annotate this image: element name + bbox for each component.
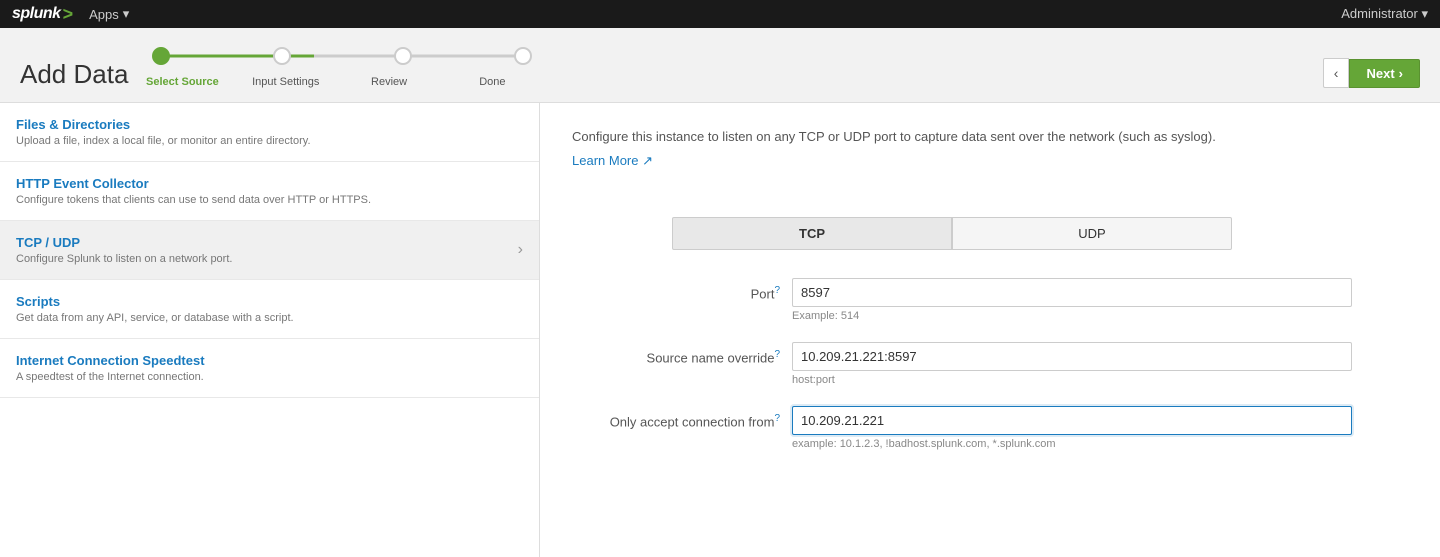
form-group-connection: Only accept connection from? example: 10… xyxy=(572,406,1408,450)
apps-label: Apps xyxy=(89,7,119,22)
sidebar-item-tcp-content: TCP / UDP Configure Splunk to listen on … xyxy=(16,235,232,265)
learn-more-link[interactable]: Learn More ↗ xyxy=(572,153,653,169)
wizard-nodes xyxy=(152,38,532,74)
wizard-label-source: Select Source xyxy=(142,76,222,88)
port-help-icon[interactable]: ? xyxy=(774,285,780,296)
source-name-label: Source name override? xyxy=(572,342,792,365)
connection-label-text: Only accept connection from xyxy=(610,414,775,429)
sidebar-item-speedtest-desc: A speedtest of the Internet connection. xyxy=(16,371,205,383)
wizard-labels: Select Source Input Settings Review Done xyxy=(152,76,532,88)
admin-chevron-icon: ▾ xyxy=(1421,6,1428,21)
sidebar-item-scripts[interactable]: Scripts Get data from any API, service, … xyxy=(0,280,539,339)
sidebar-item-speedtest-content: Internet Connection Speedtest A speedtes… xyxy=(16,353,205,383)
next-button[interactable]: Next › xyxy=(1349,59,1420,88)
sidebar-item-speedtest-title: Internet Connection Speedtest xyxy=(16,353,205,368)
sidebar-item-http[interactable]: HTTP Event Collector Configure tokens th… xyxy=(0,162,539,221)
sidebar-item-http-content: HTTP Event Collector Configure tokens th… xyxy=(16,176,371,206)
protocol-tab-group: TCP UDP xyxy=(672,217,1232,250)
wizard-steps: Select Source Input Settings Review Done xyxy=(152,38,1298,102)
admin-menu[interactable]: Administrator ▾ xyxy=(1341,6,1428,22)
connection-field-wrap: example: 10.1.2.3, !badhost.splunk.com, … xyxy=(792,406,1352,450)
wizard-node-4 xyxy=(514,47,532,65)
sidebar: Files & Directories Upload a file, index… xyxy=(0,103,540,557)
top-navigation: splunk> Apps ▾ Administrator ▾ xyxy=(0,0,1440,28)
back-button[interactable]: ‹ xyxy=(1323,58,1350,88)
sidebar-item-files-desc: Upload a file, index a local file, or mo… xyxy=(16,135,311,147)
connection-label: Only accept connection from? xyxy=(572,406,792,429)
sidebar-item-files[interactable]: Files & Directories Upload a file, index… xyxy=(0,103,539,162)
wizard-node-3 xyxy=(394,47,412,65)
splunk-gt-icon: > xyxy=(63,4,74,25)
wizard-label-input: Input Settings xyxy=(246,76,326,88)
tab-udp[interactable]: UDP xyxy=(952,217,1232,250)
sidebar-item-tcp-desc: Configure Splunk to listen on a network … xyxy=(16,253,232,265)
sidebar-item-files-content: Files & Directories Upload a file, index… xyxy=(16,117,311,147)
form-group-source-name: Source name override? host:port xyxy=(572,342,1408,386)
sidebar-item-files-title: Files & Directories xyxy=(16,117,311,132)
port-field-wrap: Example: 514 xyxy=(792,278,1352,322)
learn-more-icon: ↗ xyxy=(642,153,653,168)
page-header: Add Data Select Source Input Settings Re… xyxy=(0,28,1440,103)
connection-input[interactable] xyxy=(792,406,1352,435)
page-title: Add Data xyxy=(20,59,128,102)
port-input[interactable] xyxy=(792,278,1352,307)
splunk-name: splunk xyxy=(12,5,61,23)
tab-tcp[interactable]: TCP xyxy=(672,217,952,250)
panel-description: Configure this instance to listen on any… xyxy=(572,127,1392,147)
admin-label: Administrator xyxy=(1341,6,1418,21)
sidebar-item-scripts-desc: Get data from any API, service, or datab… xyxy=(16,312,294,324)
next-arrow-icon: › xyxy=(1399,66,1403,81)
source-name-hint: host:port xyxy=(792,374,1352,386)
connection-hint: example: 10.1.2.3, !badhost.splunk.com, … xyxy=(792,438,1352,450)
sidebar-item-scripts-content: Scripts Get data from any API, service, … xyxy=(16,294,294,324)
source-name-help-icon[interactable]: ? xyxy=(774,349,780,360)
wizard-track xyxy=(152,38,532,74)
form-group-port: Port? Example: 514 xyxy=(572,278,1408,322)
source-name-label-text: Source name override xyxy=(647,350,775,365)
sidebar-item-scripts-title: Scripts xyxy=(16,294,294,309)
nav-buttons: ‹ Next › xyxy=(1323,58,1420,102)
sidebar-item-tcp-title: TCP / UDP xyxy=(16,235,232,250)
sidebar-chevron-icon: › xyxy=(518,241,523,259)
port-label: Port? xyxy=(572,278,792,301)
splunk-logo: splunk> xyxy=(12,4,73,25)
source-name-field-wrap: host:port xyxy=(792,342,1352,386)
apps-menu[interactable]: Apps ▾ xyxy=(89,6,129,22)
right-panel: Configure this instance to listen on any… xyxy=(540,103,1440,557)
learn-more-label: Learn More xyxy=(572,153,638,168)
source-name-input[interactable] xyxy=(792,342,1352,371)
sidebar-item-speedtest[interactable]: Internet Connection Speedtest A speedtes… xyxy=(0,339,539,398)
port-label-text: Port xyxy=(751,286,775,301)
wizard-track-wrapper: Select Source Input Settings Review Done xyxy=(152,38,532,88)
wizard-node-1 xyxy=(152,47,170,65)
connection-help-icon[interactable]: ? xyxy=(774,413,780,424)
wizard-node-2 xyxy=(273,47,291,65)
apps-chevron-icon: ▾ xyxy=(123,6,130,22)
wizard-label-done: Done xyxy=(452,76,532,88)
port-hint: Example: 514 xyxy=(792,310,1352,322)
next-label: Next xyxy=(1366,66,1394,81)
sidebar-item-tcp-udp[interactable]: TCP / UDP Configure Splunk to listen on … xyxy=(0,221,539,280)
sidebar-item-http-title: HTTP Event Collector xyxy=(16,176,371,191)
wizard-label-review: Review xyxy=(349,76,429,88)
main-content: Files & Directories Upload a file, index… xyxy=(0,103,1440,557)
sidebar-item-http-desc: Configure tokens that clients can use to… xyxy=(16,194,371,206)
